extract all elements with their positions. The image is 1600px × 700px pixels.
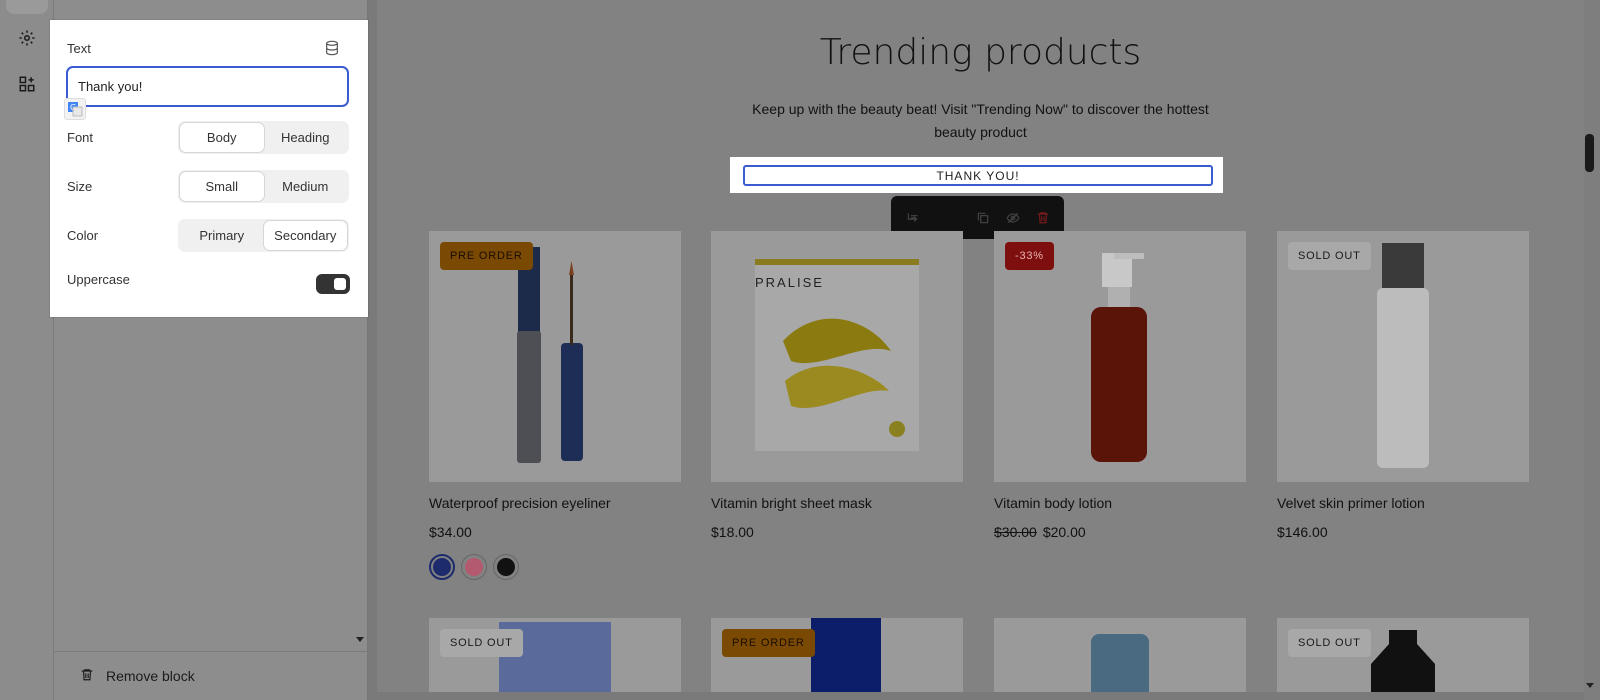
swatch-navy[interactable] bbox=[429, 554, 455, 580]
product-card[interactable]: SOLD OUT bbox=[1277, 618, 1529, 692]
product-badge: SOLD OUT bbox=[440, 629, 523, 657]
duplicate-icon[interactable] bbox=[973, 207, 992, 229]
size-segmented-control: Small Medium bbox=[178, 170, 349, 203]
sale-price: $20.00 bbox=[1042, 524, 1086, 540]
product-card[interactable]: PRALISE Vitamin bright sheet mask $18.00 bbox=[711, 231, 963, 540]
product-title[interactable]: Waterproof precision eyeliner bbox=[429, 495, 611, 511]
font-option-body[interactable]: Body bbox=[180, 123, 264, 152]
product-image[interactable]: -33% bbox=[994, 231, 1246, 482]
product-title[interactable]: Velvet skin primer lotion bbox=[1277, 495, 1425, 511]
size-option-medium[interactable]: Medium bbox=[264, 172, 348, 201]
product-price: $34.00 bbox=[429, 524, 472, 540]
size-option-small[interactable]: Small bbox=[180, 172, 264, 201]
product-badge: -33% bbox=[1005, 242, 1054, 270]
font-label: Font bbox=[67, 130, 94, 145]
settings-icon[interactable] bbox=[17, 28, 37, 48]
rail-top-button[interactable] bbox=[6, 0, 48, 14]
product-card[interactable]: PRE ORDER bbox=[711, 618, 963, 692]
delete-icon[interactable] bbox=[1034, 207, 1053, 229]
brand-label: PRALISE bbox=[755, 275, 824, 290]
remove-block-label: Remove block bbox=[106, 668, 195, 684]
font-option-heading[interactable]: Heading bbox=[264, 123, 348, 152]
selected-block[interactable]: THANK YOU! bbox=[730, 157, 1223, 193]
product-card[interactable]: -33% Vitamin body lotion $30.00 $20.00 bbox=[994, 231, 1246, 540]
product-image[interactable]: PRE ORDER bbox=[429, 231, 681, 482]
product-price: $18.00 bbox=[711, 524, 754, 540]
section-description: Keep up with the beauty beat! Visit "Tre… bbox=[752, 101, 1209, 140]
compare-price: $30.00 bbox=[994, 524, 1037, 540]
product-image[interactable]: SOLD OUT bbox=[1277, 618, 1529, 692]
product-image[interactable]: SOLD OUT bbox=[1277, 231, 1529, 482]
product-image[interactable]: SOLD OUT bbox=[429, 618, 681, 692]
product-card[interactable]: SOLD OUT bbox=[429, 618, 681, 692]
trash-icon bbox=[80, 667, 94, 686]
swatch-black[interactable] bbox=[493, 554, 519, 580]
product-badge: PRE ORDER bbox=[440, 242, 533, 270]
toggle-knob bbox=[334, 278, 346, 290]
spacer-icon bbox=[933, 207, 952, 229]
product-title[interactable]: Vitamin body lotion bbox=[994, 495, 1112, 511]
product-price: $146.00 bbox=[1277, 524, 1328, 540]
text-label: Text bbox=[67, 41, 91, 56]
product-badge: PRE ORDER bbox=[722, 629, 815, 657]
product-image[interactable]: PRALISE bbox=[711, 231, 963, 482]
product-card[interactable]: PRE ORDER Waterproof precision eyeliner … bbox=[429, 231, 681, 580]
size-label: Size bbox=[67, 179, 93, 194]
hide-icon[interactable] bbox=[1003, 207, 1022, 229]
uppercase-toggle[interactable] bbox=[316, 274, 350, 294]
font-segmented-control: Body Heading bbox=[178, 121, 349, 154]
dynamic-source-icon[interactable] bbox=[324, 40, 340, 56]
product-card[interactable]: SOLD OUT Velvet skin primer lotion $146.… bbox=[1277, 231, 1529, 540]
color-option-primary[interactable]: Primary bbox=[180, 221, 264, 250]
product-image[interactable] bbox=[994, 618, 1246, 692]
color-label: Color bbox=[67, 228, 99, 243]
translate-icon[interactable]: G bbox=[64, 98, 86, 120]
scrollbar-thumb[interactable] bbox=[1585, 134, 1594, 172]
product-price: $30.00 $20.00 bbox=[994, 524, 1086, 540]
text-input[interactable]: Thank you! bbox=[66, 66, 349, 107]
color-segmented-control: Primary Secondary bbox=[178, 219, 349, 252]
color-option-secondary[interactable]: Secondary bbox=[263, 221, 347, 250]
product-badge: SOLD OUT bbox=[1288, 242, 1371, 270]
selected-text-block[interactable]: THANK YOU! bbox=[743, 165, 1213, 186]
uppercase-label: Uppercase bbox=[67, 272, 130, 287]
product-title[interactable]: Vitamin bright sheet mask bbox=[711, 495, 872, 511]
scroll-down-arrow[interactable] bbox=[1586, 683, 1594, 688]
text-settings-panel: Text Thank you! G Font Body Heading Size… bbox=[50, 20, 368, 317]
product-image[interactable]: PRE ORDER bbox=[711, 618, 963, 692]
scroll-down-arrow[interactable] bbox=[356, 637, 364, 642]
section-heading: Trending products bbox=[819, 32, 1142, 73]
swatch-pink[interactable] bbox=[461, 554, 487, 580]
color-swatches bbox=[429, 554, 525, 580]
move-icon[interactable] bbox=[903, 207, 922, 229]
apps-icon[interactable] bbox=[17, 74, 37, 94]
left-rail bbox=[0, 0, 54, 700]
preview-scrollbar[interactable] bbox=[1584, 0, 1600, 700]
product-badge: SOLD OUT bbox=[1288, 629, 1371, 657]
product-card[interactable] bbox=[994, 618, 1246, 692]
remove-block-button[interactable]: Remove block bbox=[54, 651, 368, 700]
preview-bottom-edge bbox=[377, 692, 1584, 700]
store-preview: Trending products Keep up with the beaut… bbox=[377, 0, 1584, 692]
